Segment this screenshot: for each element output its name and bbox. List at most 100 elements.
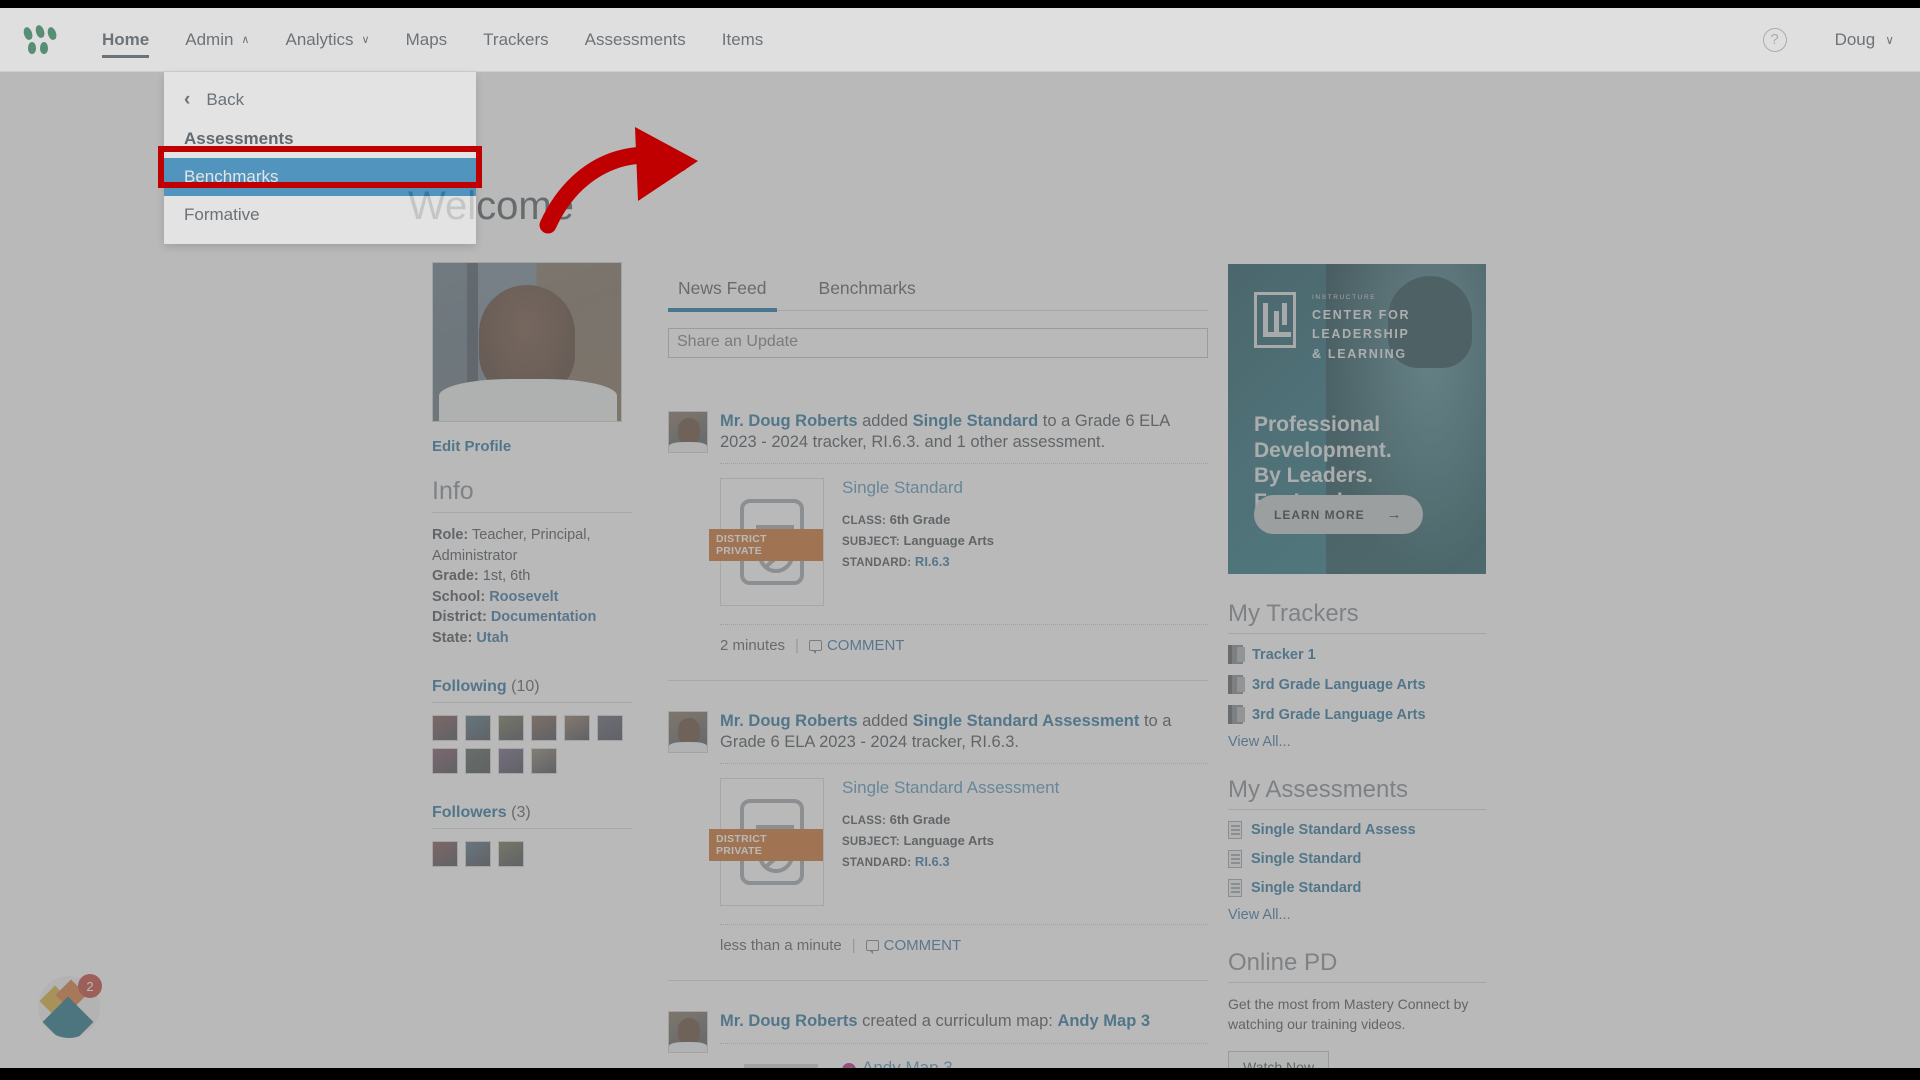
- list-item[interactable]: 3rd Grade Language Arts: [1228, 705, 1486, 724]
- followers-heading[interactable]: Followers (3): [432, 804, 632, 830]
- admin-dropdown-menu[interactable]: ‹ Back Assessments Benchmarks Formative: [164, 72, 476, 244]
- card-meta-key: SUBJECT:: [842, 536, 900, 549]
- user-avatar-thumb[interactable]: [531, 748, 557, 775]
- nav-item-trackers[interactable]: Trackers: [465, 8, 567, 72]
- post-divider: [720, 1042, 1208, 1044]
- my-trackers-heading: My Trackers: [1228, 600, 1486, 634]
- tab-news-feed[interactable]: News Feed: [668, 272, 777, 312]
- assessments-view-all-link[interactable]: View All...: [1228, 907, 1486, 923]
- card-meta: Single Standard Assessment CLASS: 6th Gra…: [842, 778, 1059, 906]
- user-avatar-thumb[interactable]: [432, 748, 458, 775]
- user-avatar-thumb[interactable]: [432, 715, 458, 742]
- user-avatar-thumb[interactable]: [432, 841, 458, 868]
- list-item[interactable]: Tracker 1: [1228, 645, 1486, 664]
- edit-profile-link[interactable]: Edit Profile: [432, 438, 632, 455]
- user-avatar-thumb[interactable]: [498, 841, 524, 868]
- following-count: (10): [511, 678, 540, 696]
- post-author-avatar[interactable]: [668, 711, 708, 754]
- my-assessments-list: Single Standard Assess Single Standard Sin…: [1228, 821, 1486, 897]
- assessment-thumbnail[interactable]: DISTRICT PRIVATE: [709, 478, 824, 607]
- user-avatar-thumb[interactable]: [465, 715, 491, 742]
- nav-item-admin[interactable]: Admin ∧: [167, 8, 267, 72]
- list-item[interactable]: 3rd Grade Language Arts: [1228, 675, 1486, 694]
- nav-item-analytics[interactable]: Analytics ∨: [267, 8, 387, 72]
- user-avatar-thumb[interactable]: [498, 715, 524, 742]
- post-author-avatar[interactable]: [668, 1011, 708, 1054]
- post-subject-link[interactable]: Single Standard: [913, 412, 1039, 430]
- comment-button[interactable]: COMMENT: [865, 937, 961, 955]
- mastery-connect-logo-icon[interactable]: [22, 23, 58, 55]
- user-avatar-thumb[interactable]: [498, 748, 524, 775]
- post-subject-link[interactable]: Andy Map 3: [1057, 1012, 1150, 1030]
- post-author-link[interactable]: Mr. Doug Roberts: [720, 712, 858, 730]
- following-heading[interactable]: Following (10): [432, 678, 632, 704]
- dropdown-item-formative[interactable]: Formative: [164, 196, 476, 234]
- dropdown-back-label: Back: [206, 90, 245, 109]
- nav-item-home[interactable]: Home: [84, 8, 167, 72]
- list-item[interactable]: Single Standard: [1228, 879, 1486, 897]
- list-item-label[interactable]: 3rd Grade Language Arts: [1252, 707, 1426, 723]
- nav-item-items[interactable]: Items: [704, 8, 782, 72]
- learn-more-button[interactable]: LEARN MORE →: [1254, 495, 1423, 534]
- info-row: Grade: 1st, 6th: [432, 566, 632, 587]
- list-item[interactable]: Single Standard Assess: [1228, 821, 1486, 839]
- nav-items[interactable]: Home Admin ∧ Analytics ∨ Maps Trackers Assessme…: [84, 8, 781, 72]
- followers-thumbnails[interactable]: [432, 841, 632, 868]
- user-avatar-thumb[interactable]: [465, 841, 491, 868]
- chevron-left-icon: ‹: [184, 89, 191, 110]
- post-footer: less than a minute | COMMENT: [720, 924, 1208, 955]
- following-label[interactable]: Following: [432, 678, 507, 695]
- chat-widget-button[interactable]: 2: [38, 974, 102, 1038]
- info-key: District:: [432, 609, 487, 626]
- info-row: School: Roosevelt: [432, 587, 632, 608]
- user-avatar-thumb[interactable]: [564, 715, 590, 742]
- tracker-icon: [1228, 705, 1245, 724]
- list-item-label[interactable]: Single Standard Assess: [1251, 822, 1416, 838]
- post-author-link[interactable]: Mr. Doug Roberts: [720, 1012, 858, 1030]
- list-item-label[interactable]: Single Standard: [1251, 880, 1361, 896]
- card-title-link[interactable]: Single Standard: [842, 478, 994, 498]
- following-thumbnails[interactable]: [432, 715, 632, 775]
- trackers-view-all-link[interactable]: View All...: [1228, 734, 1486, 750]
- info-value[interactable]: Utah: [472, 630, 508, 646]
- post-author-link[interactable]: Mr. Doug Roberts: [720, 412, 858, 430]
- post-author-avatar[interactable]: [668, 411, 708, 453]
- info-key: Role:: [432, 527, 469, 543]
- info-value[interactable]: Documentation: [487, 609, 597, 625]
- nav-item-assessments[interactable]: Assessments: [567, 8, 704, 72]
- list-item-label[interactable]: Single Standard: [1251, 851, 1361, 867]
- post-footer: 2 minutes | COMMENT: [720, 624, 1208, 655]
- tab-benchmarks[interactable]: Benchmarks: [809, 272, 926, 310]
- feed-post: Mr. Doug Roberts created a curriculum ma…: [668, 980, 1208, 1080]
- dropdown-back-item[interactable]: ‹ Back: [164, 80, 476, 120]
- dropdown-item-benchmarks[interactable]: Benchmarks: [164, 158, 476, 196]
- promo-brand-top: INSTRUCTURE: [1312, 294, 1377, 301]
- post-text: Mr. Doug Roberts added Single Standard A…: [720, 711, 1208, 753]
- feed-tabs[interactable]: News Feed Benchmarks: [668, 272, 1208, 312]
- nav-item-maps[interactable]: Maps: [388, 8, 466, 72]
- list-item-label[interactable]: Tracker 1: [1252, 647, 1316, 663]
- post-subject-link[interactable]: Single Standard Assessment: [913, 712, 1140, 730]
- comment-button[interactable]: COMMENT: [808, 637, 904, 655]
- user-menu[interactable]: Doug ∨: [1835, 30, 1894, 50]
- user-avatar-thumb[interactable]: [465, 748, 491, 775]
- info-value[interactable]: Roosevelt: [485, 589, 558, 605]
- learn-more-label: LEARN MORE: [1274, 507, 1365, 522]
- card-meta-value[interactable]: RI.6.3: [911, 854, 950, 869]
- footer-separator: |: [795, 637, 799, 655]
- user-avatar-thumb[interactable]: [597, 715, 623, 742]
- card-title-link[interactable]: Single Standard Assessment: [842, 778, 1059, 798]
- promo-banner[interactable]: INSTRUCTURE CENTER FOR LEADERSHIP & LEARNI…: [1228, 264, 1486, 574]
- assessment-thumbnail[interactable]: DISTRICT PRIVATE: [709, 778, 824, 907]
- nav-item-label: Assessments: [584, 29, 686, 49]
- list-item[interactable]: Single Standard: [1228, 850, 1486, 868]
- user-avatar-thumb[interactable]: [531, 715, 557, 742]
- share-update-input[interactable]: [668, 328, 1208, 358]
- card-meta-key: SUBJECT:: [842, 836, 900, 849]
- card-meta-row: CLASS: 6th Grade: [842, 510, 994, 531]
- card-meta-value[interactable]: RI.6.3: [911, 554, 950, 569]
- list-item-label[interactable]: 3rd Grade Language Arts: [1252, 677, 1426, 693]
- help-icon[interactable]: ?: [1762, 27, 1787, 52]
- dropdown-items[interactable]: Benchmarks Formative: [164, 158, 476, 234]
- followers-label[interactable]: Followers: [432, 804, 507, 821]
